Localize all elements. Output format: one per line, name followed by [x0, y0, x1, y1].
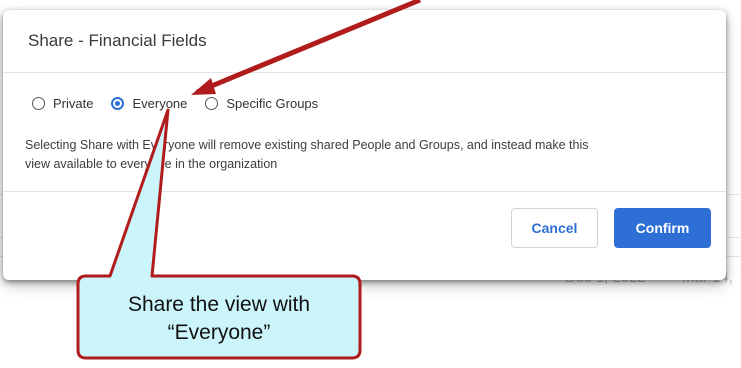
pointer-arrow-head — [191, 78, 216, 95]
callout-text-line: “Everyone” — [167, 321, 271, 344]
callout-text: Share the view with “Everyone” — [88, 291, 350, 347]
callout-text-line: Share the view with — [127, 293, 311, 316]
pointer-arrow-line — [196, 0, 421, 95]
